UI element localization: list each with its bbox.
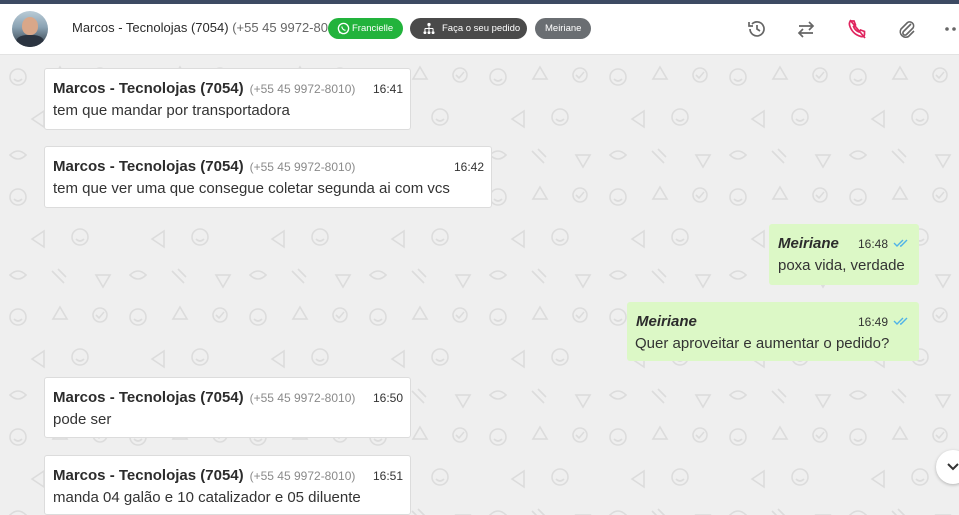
end-call-icon[interactable] [845, 17, 869, 41]
history-icon[interactable] [745, 17, 769, 41]
message-time: 16:51 [373, 469, 404, 483]
chevron-down-icon [947, 463, 959, 471]
tag-label: Meiriane [545, 23, 582, 34]
double-check-icon [893, 239, 908, 247]
message-incoming: Marcos - Tecnolojas (7054) (+55 45 9972-8… [44, 455, 411, 515]
message-time: 16:41 [373, 82, 404, 96]
message-text: manda 04 galão e 10 catalizador e 05 dil… [53, 489, 361, 506]
message-sender: Marcos - Tecnolojas (7054) (+55 45 9972-8… [53, 80, 356, 97]
network-icon [423, 22, 435, 35]
message-sender: Marcos - Tecnolojas (7054) (+55 45 9972-8… [53, 389, 356, 406]
tag-francielle[interactable]: Francielle [328, 18, 403, 39]
tag-label: Faça o seu pedido [442, 23, 521, 34]
message-time: 16:48 [858, 237, 889, 251]
attach-icon[interactable] [895, 17, 919, 41]
message-text: poxa vida, verdade [778, 257, 905, 274]
tag-label: Francielle [352, 23, 394, 34]
transfer-icon[interactable] [794, 17, 818, 41]
message-text: pode ser [53, 411, 112, 428]
message-outgoing: Meiriane 16:49 Quer aproveitar e aumenta… [627, 302, 919, 361]
message-sender: Meiriane [636, 313, 697, 330]
chat-area[interactable]: Marcos - Tecnolojas (7054) (+55 45 9972-8… [0, 55, 959, 515]
message-sender: Marcos - Tecnolojas (7054) (+55 45 9972-8… [53, 158, 356, 175]
chat-header: Marcos - Tecnolojas (7054) (+55 45 9972-… [0, 4, 959, 55]
message-text: Quer aproveitar e aumentar o pedido? [635, 335, 890, 352]
contact-title: Marcos - Tecnolojas (7054) (+55 45 9972-… [72, 20, 347, 35]
message-incoming: Marcos - Tecnolojas (7054) (+55 45 9972-8… [44, 68, 411, 130]
message-time: 16:42 [454, 160, 485, 174]
more-icon[interactable] [942, 17, 959, 41]
message-time: 16:49 [858, 315, 889, 329]
message-outgoing: Meiriane 16:48 poxa vida, verdade [769, 224, 919, 285]
contact-name: Marcos - Tecnolojas (7054) [72, 20, 229, 35]
message-sender: Marcos - Tecnolojas (7054) (+55 45 9972-8… [53, 467, 356, 484]
double-check-icon [893, 317, 908, 325]
avatar[interactable] [12, 11, 48, 47]
scroll-to-bottom-button[interactable] [936, 450, 959, 484]
message-text: tem que ver uma que consegue coletar seg… [53, 180, 450, 197]
message-incoming: Marcos - Tecnolojas (7054) (+55 45 9972-8… [44, 377, 411, 438]
message-incoming: Marcos - Tecnolojas (7054) (+55 45 9972-8… [44, 146, 492, 208]
message-text: tem que mandar por transportadora [53, 102, 290, 119]
tag-meiriane[interactable]: Meiriane [535, 18, 591, 39]
message-sender: Meiriane [778, 235, 839, 252]
whatsapp-icon [337, 22, 350, 35]
tag-faca-o-seu-pedido[interactable]: Faça o seu pedido [410, 18, 527, 39]
message-time: 16:50 [373, 391, 404, 405]
